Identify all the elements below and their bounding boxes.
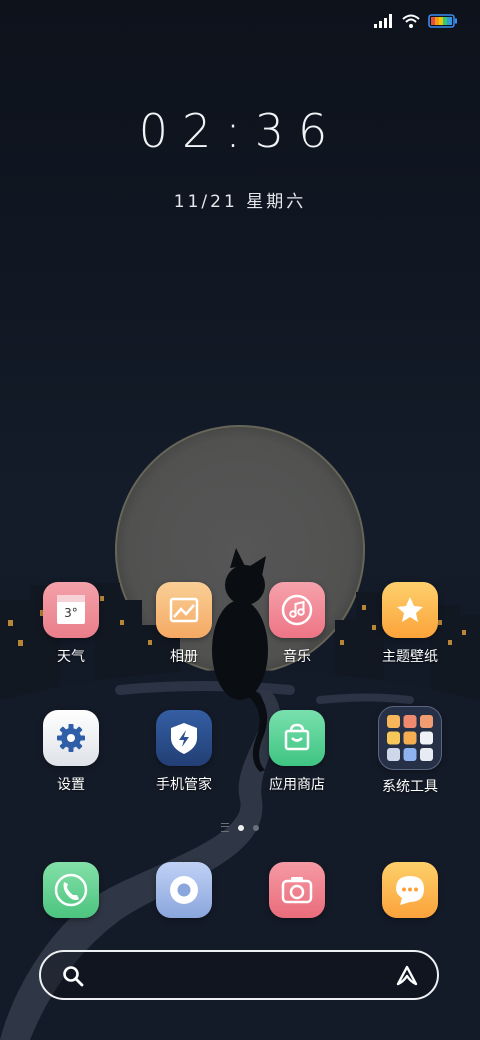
phone-icon	[43, 862, 99, 918]
app-music[interactable]: 音乐	[247, 582, 347, 666]
lock-date: 11/21 星期六	[173, 192, 307, 212]
dock-phone[interactable]	[21, 862, 121, 918]
app-themes[interactable]: 主题壁纸	[360, 582, 460, 666]
app-store-icon	[269, 710, 325, 766]
app-label: 应用商店	[269, 777, 325, 793]
dock-browser[interactable]	[134, 862, 234, 918]
app-phone-manager[interactable]: 手机管家	[134, 710, 234, 794]
page-dot-current	[238, 824, 244, 831]
page-list-icon	[221, 823, 229, 832]
weather-icon: 3°	[43, 582, 99, 638]
search-bar[interactable]	[39, 950, 439, 1000]
app-gallery[interactable]: 相册	[134, 582, 234, 666]
assistant-icon[interactable]	[395, 964, 419, 988]
music-icon	[269, 582, 325, 638]
wifi-icon	[402, 14, 420, 28]
app-system-tools-folder[interactable]: 系统工具	[360, 706, 460, 796]
theme-icon	[382, 582, 438, 638]
app-label: 天气	[57, 649, 85, 665]
page-dot	[253, 824, 259, 831]
app-label: 设置	[57, 777, 85, 793]
battery-icon	[428, 14, 457, 28]
app-weather[interactable]: 3° 天气	[21, 582, 121, 666]
gallery-icon	[156, 582, 212, 638]
app-label: 系统工具	[382, 779, 438, 795]
status-bar	[374, 10, 458, 32]
settings-icon	[43, 710, 99, 766]
app-label: 手机管家	[156, 777, 212, 793]
app-label: 主题壁纸	[382, 649, 438, 665]
app-label: 相册	[170, 649, 198, 665]
app-label: 音乐	[283, 649, 311, 665]
dock-camera[interactable]	[247, 862, 347, 918]
lock-clock: 02:36	[138, 104, 342, 158]
phone-manager-icon	[156, 710, 212, 766]
page-indicator[interactable]	[0, 823, 480, 832]
system-tools-folder-icon	[378, 706, 442, 770]
dock-messages[interactable]	[360, 862, 460, 918]
search-icon	[63, 966, 84, 987]
weather-temp-badge: 3°	[64, 606, 78, 620]
signal-icon	[374, 14, 392, 28]
messages-icon	[382, 862, 438, 918]
app-store[interactable]: 应用商店	[247, 710, 347, 794]
app-settings[interactable]: 设置	[21, 710, 121, 794]
browser-icon	[156, 862, 212, 918]
camera-icon	[269, 862, 325, 918]
